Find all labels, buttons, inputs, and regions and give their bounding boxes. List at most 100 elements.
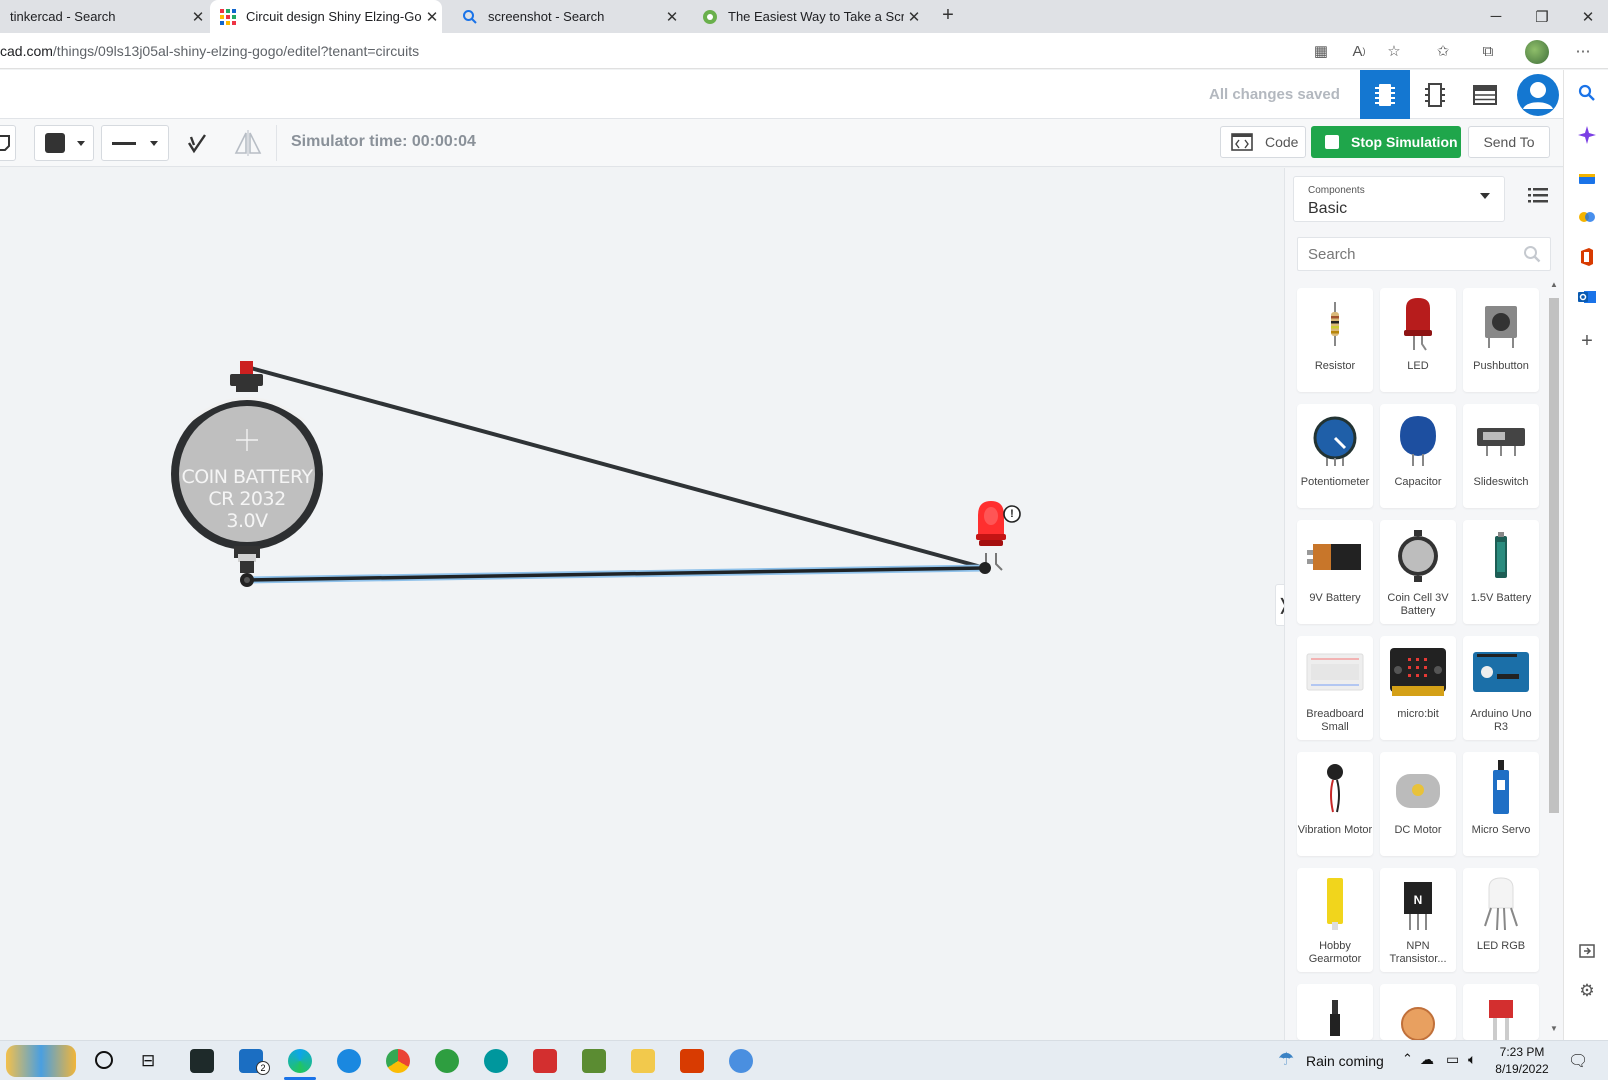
circuit-view-button[interactable] (1360, 70, 1410, 119)
apps-icon[interactable]: ▦ (1308, 39, 1334, 63)
green-app-icon[interactable] (435, 1049, 459, 1073)
close-window-button[interactable]: ✕ (1565, 0, 1608, 33)
profile-avatar[interactable] (1525, 40, 1549, 64)
negative-wire[interactable] (247, 568, 985, 580)
stop-simulation-button[interactable]: Stop Simulation (1311, 126, 1461, 158)
component-coin-cell[interactable]: Coin Cell 3V Battery (1380, 520, 1456, 624)
component-slideswitch[interactable]: Slideswitch (1463, 404, 1539, 508)
component-led[interactable]: LED (1380, 288, 1456, 392)
clock-date[interactable]: 8/19/2022 (1490, 1062, 1554, 1076)
component-vibration-motor[interactable]: Vibration Motor (1297, 752, 1373, 856)
network-icon[interactable]: ▭ (1446, 1051, 1459, 1068)
component-breadboard[interactable]: Breadboard Small (1297, 636, 1373, 740)
red-led[interactable] (976, 501, 1006, 574)
chevron-up-icon[interactable]: ⌃ (1402, 1051, 1413, 1067)
component-potentiometer[interactable]: Potentiometer (1297, 404, 1373, 508)
games-icon[interactable] (1576, 206, 1598, 228)
edge-browser-icon[interactable] (288, 1049, 312, 1073)
component-pushbutton[interactable]: Pushbutton (1463, 288, 1539, 392)
positive-terminal[interactable] (240, 361, 253, 375)
collections-icon[interactable]: ⧉ (1475, 39, 1501, 63)
tab-easiest-way-screenshot[interactable]: The Easiest Way to Take a Screenshot ✕ (692, 0, 924, 33)
weather-icon[interactable]: ☂ (1278, 1049, 1294, 1070)
note-tool-button[interactable] (0, 125, 16, 161)
shopping-icon[interactable] (1576, 166, 1598, 188)
close-icon[interactable]: ✕ (188, 8, 208, 26)
components-dropdown[interactable]: Components Basic (1293, 176, 1505, 222)
tab-screenshot-search[interactable]: screenshot - Search ✕ (452, 0, 682, 33)
list-view-icon[interactable] (1527, 184, 1549, 206)
code-button[interactable]: Code (1220, 126, 1306, 158)
acrobat-icon[interactable] (533, 1049, 557, 1073)
notifications-icon[interactable]: 🗨︎ (1568, 1051, 1588, 1071)
search-icon[interactable] (1576, 82, 1598, 104)
component-partial[interactable] (1463, 984, 1539, 1040)
caret-down-icon (1480, 193, 1490, 199)
swift-app-icon[interactable] (337, 1049, 361, 1073)
component-search-input[interactable] (1297, 237, 1551, 271)
component-arduino-uno[interactable]: Arduino Uno R3 (1463, 636, 1539, 740)
scroll-down-icon[interactable]: ▼ (1550, 1024, 1558, 1033)
close-icon[interactable]: ✕ (662, 8, 682, 26)
read-aloud-icon[interactable]: A) (1346, 39, 1372, 63)
cloud-sync-icon[interactable]: ☁ (1420, 1051, 1434, 1068)
component-dc-motor[interactable]: DC Motor (1380, 752, 1456, 856)
component-micro-servo[interactable]: Micro Servo (1463, 752, 1539, 856)
minimize-button[interactable]: ─ (1473, 0, 1519, 33)
wire-type-dropdown[interactable] (101, 125, 169, 161)
new-tab-button[interactable]: + (934, 4, 962, 28)
send-to-button[interactable]: Send To (1468, 126, 1550, 158)
discover-icon[interactable] (1576, 124, 1598, 146)
component-npn-transistor[interactable]: N NPN Transistor... (1380, 868, 1456, 972)
cortana-icon[interactable] (95, 1051, 113, 1069)
close-icon[interactable]: ✕ (422, 8, 442, 26)
close-icon[interactable]: ✕ (904, 8, 924, 26)
tab-circuit-design[interactable]: Circuit design Shiny Elzing-Gogo ✕ (210, 0, 442, 33)
scroll-up-icon[interactable]: ▲ (1550, 280, 1558, 289)
snip-tool-icon[interactable] (729, 1049, 753, 1073)
office-icon[interactable] (1576, 246, 1598, 268)
component-aa-battery[interactable]: 1.5V Battery (1463, 520, 1539, 624)
arduino-ide-icon[interactable] (484, 1049, 508, 1073)
schematic-view-button[interactable] (1410, 70, 1460, 119)
xbox-app-icon[interactable] (190, 1049, 214, 1073)
component-9v-battery[interactable]: 9V Battery (1297, 520, 1373, 624)
user-avatar-button[interactable] (1513, 70, 1563, 119)
circuit-canvas[interactable]: COIN BATTERY CR 2032 3.0V ! (0, 168, 1284, 1040)
rotate-tool-button[interactable] (185, 131, 209, 155)
component-partial[interactable] (1380, 984, 1456, 1040)
chrome-icon[interactable] (386, 1049, 410, 1073)
sidebar-collapse-icon[interactable] (1576, 940, 1598, 962)
maximize-button[interactable]: ❐ (1519, 0, 1565, 33)
component-capacitor[interactable]: Capacitor (1380, 404, 1456, 508)
widgets-icon[interactable] (6, 1045, 76, 1077)
favorites-icon[interactable]: ✩ (1430, 39, 1456, 63)
scrollbar-thumb[interactable] (1549, 298, 1559, 813)
weather-status[interactable]: Rain coming (1306, 1053, 1384, 1069)
positive-wire[interactable] (247, 367, 985, 568)
outlook-icon[interactable] (1576, 286, 1598, 308)
tab-title: The Easiest Way to Take a Screenshot (728, 9, 904, 24)
minecraft-icon[interactable] (582, 1049, 606, 1073)
led-cathode-connector[interactable] (979, 562, 991, 574)
settings-gear-icon[interactable]: ⚙ (1576, 980, 1598, 1002)
add-icon[interactable]: + (1576, 330, 1598, 352)
component-resistor[interactable]: Resistor (1297, 288, 1373, 392)
component-microbit[interactable]: micro:bit (1380, 636, 1456, 740)
volume-icon[interactable]: 🔈︎ (1468, 1051, 1476, 1068)
component-list-view-button[interactable] (1460, 70, 1510, 119)
clock-time[interactable]: 7:23 PM (1492, 1045, 1552, 1059)
tab-tinkercad-search[interactable]: tinkercad - Search ✕ (0, 0, 208, 33)
search-icon[interactable] (1523, 245, 1541, 263)
component-hobby-gearmotor[interactable]: Hobby Gearmotor (1297, 868, 1373, 972)
wire-color-dropdown[interactable] (34, 125, 94, 161)
flip-tool-button[interactable] (233, 129, 263, 157)
component-led-rgb[interactable]: LED RGB (1463, 868, 1539, 972)
component-partial[interactable] (1297, 984, 1373, 1040)
more-options-icon[interactable]: ⋯ (1570, 39, 1596, 63)
task-view-icon[interactable]: ⊟ (141, 1051, 155, 1071)
office-app-icon[interactable] (680, 1049, 704, 1073)
url-field[interactable]: cad.com/things/09ls13j05al-shiny-elzing-… (0, 43, 419, 59)
add-favorite-icon[interactable]: ☆ (1381, 39, 1407, 63)
file-explorer-icon[interactable] (631, 1049, 655, 1073)
